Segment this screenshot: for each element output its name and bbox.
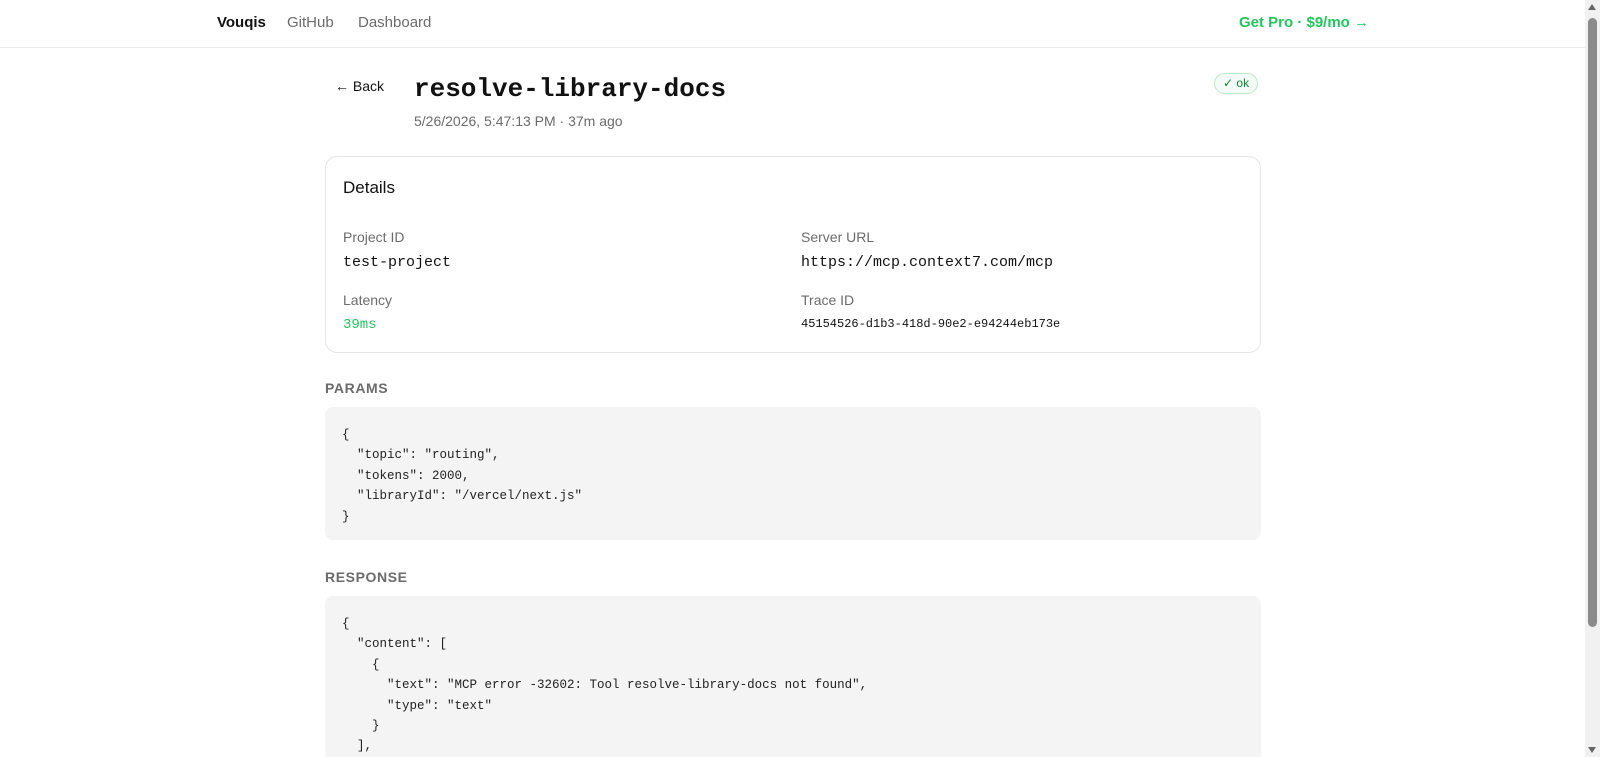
params-json: { "topic": "routing", "tokens": 2000, "l… [342,428,583,524]
params-code-block: { "topic": "routing", "tokens": 2000, "l… [325,407,1261,540]
timestamp-subtitle: 5/26/2026, 5:47:13 PM · 37m ago [414,113,623,129]
latency-label: Latency [343,292,393,308]
brand-logo-link[interactable]: Vouqis [217,14,266,31]
top-navigation-bar: Vouqis GitHub Dashboard Get Pro · $9/mo … [0,0,1585,48]
page-title: resolve-library-docs [414,74,727,104]
scroll-up-arrow-icon[interactable] [1588,4,1596,10]
nav-link-github[interactable]: GitHub [287,14,334,31]
get-pro-link[interactable]: Get Pro · $9/mo → [1239,14,1369,31]
latency-value: 39ms [343,317,377,333]
response-code-block: { "content": [ { "text": "MCP error -326… [325,596,1261,757]
scroll-down-arrow-icon[interactable] [1588,747,1596,753]
scrollbar-thumb[interactable] [1588,18,1597,627]
details-heading: Details [343,178,395,197]
back-button[interactable]: ← Back [335,78,384,94]
response-json: { "content": [ { "text": "MCP error -326… [342,617,868,754]
trace-id-label: Trace ID [801,292,855,308]
nav-link-dashboard[interactable]: Dashboard [358,14,431,31]
project-id-value: test-project [343,254,452,271]
params-section-label: PARAMS [325,380,389,396]
page-scrollbar[interactable] [1585,0,1600,757]
status-badge: ✓ ok [1214,73,1259,94]
project-id-label: Project ID [343,229,405,245]
server-url-value: https://mcp.context7.com/mcp [801,254,1054,271]
details-card: Details Project ID test-project Server U… [325,156,1261,353]
server-url-label: Server URL [801,229,875,245]
trace-id-value: 45154526-d1b3-418d-90e2-e94244eb173e [801,317,1061,331]
response-section-label: RESPONSE [325,569,408,585]
